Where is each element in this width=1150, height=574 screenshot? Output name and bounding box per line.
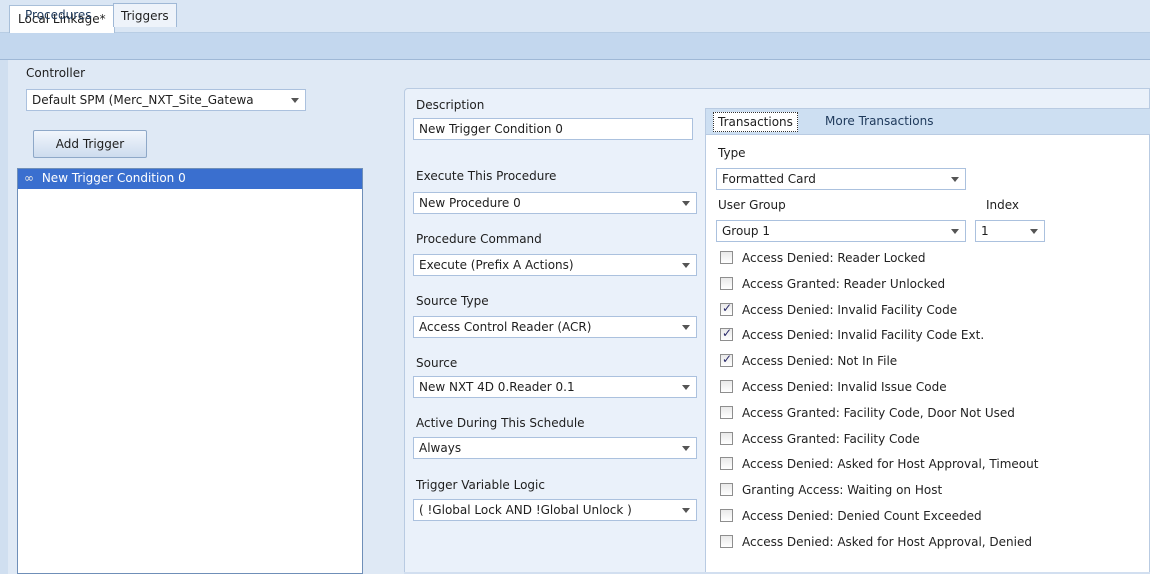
chevron-down-icon xyxy=(682,263,690,268)
checkbox[interactable] xyxy=(720,508,733,522)
source-type-select[interactable]: Access Control Reader (ACR) xyxy=(413,316,697,338)
checkbox[interactable] xyxy=(720,405,733,419)
tab-more-transactions-label: More Transactions xyxy=(825,114,934,128)
logic-label: Trigger Variable Logic xyxy=(416,478,545,492)
tab-more-transactions[interactable]: More Transactions xyxy=(821,112,937,132)
description-value: New Trigger Condition 0 xyxy=(419,122,563,136)
checkbox-label: Access Denied: Not In File xyxy=(742,354,898,369)
transaction-checkbox-row[interactable]: Access Denied: Reader Locked xyxy=(720,251,1140,277)
procedure-command-label: Procedure Command xyxy=(416,232,542,246)
type-value: Formatted Card xyxy=(722,172,816,186)
checkbox[interactable] xyxy=(720,534,733,548)
source-type-label: Source Type xyxy=(416,294,489,308)
description-field[interactable]: New Trigger Condition 0 xyxy=(413,118,693,140)
trigger-item-label: New Trigger Condition 0 xyxy=(41,171,186,185)
checkbox-label: Access Denied: Invalid Facility Code xyxy=(742,302,958,317)
controller-value: Default SPM (Merc_NXT_Site_Gatewa xyxy=(32,93,254,107)
source-type-value: Access Control Reader (ACR) xyxy=(419,320,592,334)
transaction-checkbox-row[interactable]: Access Denied: Invalid Facility Code xyxy=(720,301,1140,329)
checkbox-label: Access Denied: Asked for Host Approval, … xyxy=(742,457,1039,472)
checkbox-label: Access Denied: Denied Count Exceeded xyxy=(742,508,982,523)
procedure-command-value: Execute (Prefix A Actions) xyxy=(419,258,574,272)
checkbox-label: Access Denied: Reader Locked xyxy=(742,251,926,265)
checkbox-label: Access Denied: Invalid Facility Code Ext… xyxy=(742,328,985,343)
transaction-checkbox-row[interactable]: Access Denied: Not In File xyxy=(720,352,1140,380)
transaction-checkbox-row[interactable]: Access Denied: Denied Count Exceeded xyxy=(720,508,1140,535)
checkbox-label: Granting Access: Waiting on Host xyxy=(742,483,943,498)
logic-select[interactable]: ( !Global Lock AND !Global Unlock ) xyxy=(413,499,697,521)
trigger-list[interactable]: ∞ New Trigger Condition 0 xyxy=(17,168,363,574)
checkbox[interactable] xyxy=(720,352,733,368)
schedule-select[interactable]: Always xyxy=(413,437,697,459)
tab-triggers[interactable]: Triggers xyxy=(113,3,177,27)
chevron-down-icon xyxy=(682,508,690,513)
chevron-down-icon xyxy=(951,229,959,234)
checkbox-label: Access Granted: Facility Code, Door Not … xyxy=(742,405,1015,420)
controller-select[interactable]: Default SPM (Merc_NXT_Site_Gatewa xyxy=(26,89,306,111)
user-group-value: Group 1 xyxy=(722,224,770,238)
checkbox-label: Access Granted: Reader Unlocked xyxy=(742,276,946,291)
chevron-down-icon xyxy=(682,325,690,330)
source-value: New NXT 4D 0.Reader 0.1 xyxy=(419,380,575,394)
chevron-down-icon xyxy=(951,177,959,182)
tab-transactions-label: Transactions xyxy=(718,115,793,129)
transaction-checkbox-row[interactable]: Access Granted: Reader Unlocked xyxy=(720,276,1140,303)
transaction-checkbox-list: Access Denied: Reader Locked Access Grant… xyxy=(720,251,1140,561)
transaction-checkbox-row[interactable]: Granting Access: Waiting on Host xyxy=(720,483,1140,509)
checkbox[interactable] xyxy=(720,276,733,290)
checkbox[interactable] xyxy=(720,301,733,316)
transaction-checkbox-row[interactable]: Access Denied: Asked for Host Approval, … xyxy=(720,457,1140,483)
chevron-down-icon xyxy=(682,446,690,451)
index-select[interactable]: 1 xyxy=(975,220,1045,242)
execute-procedure-value: New Procedure 0 xyxy=(419,196,521,210)
transaction-checkbox-row[interactable]: Access Granted: Facility Code, Door Not … xyxy=(720,405,1140,432)
transaction-checkbox-row[interactable]: Access Denied: Invalid Facility Code Ext… xyxy=(720,326,1140,354)
transaction-checkbox-row[interactable]: Access Granted: Facility Code xyxy=(720,431,1140,458)
add-trigger-button[interactable]: Add Trigger xyxy=(33,130,147,158)
tab-transactions[interactable]: Transactions xyxy=(713,112,798,132)
link-icon: ∞ xyxy=(24,171,34,185)
checkbox[interactable] xyxy=(720,483,733,497)
chevron-down-icon xyxy=(1030,229,1038,234)
index-value: 1 xyxy=(981,224,989,238)
subtab-strip xyxy=(0,33,1150,60)
tab-triggers-label: Triggers xyxy=(121,9,169,23)
transaction-checkbox-row[interactable]: Access Denied: Asked for Host Approval, … xyxy=(720,534,1140,561)
source-label: Source xyxy=(416,356,458,370)
source-select[interactable]: New NXT 4D 0.Reader 0.1 xyxy=(413,376,697,398)
add-trigger-label: Add Trigger xyxy=(55,137,125,151)
checkbox-label: Access Granted: Facility Code xyxy=(742,431,920,446)
checkbox[interactable] xyxy=(720,379,733,393)
type-label: Type xyxy=(718,146,746,160)
user-group-select[interactable]: Group 1 xyxy=(716,220,966,242)
checkbox[interactable] xyxy=(720,431,733,445)
checkbox-label: Access Denied: Asked for Host Approval, … xyxy=(742,534,1032,549)
logic-value: ( !Global Lock AND !Global Unlock ) xyxy=(419,503,632,517)
checkbox[interactable] xyxy=(720,457,733,471)
chevron-down-icon xyxy=(291,98,299,103)
description-label: Description xyxy=(416,98,485,112)
checkbox[interactable] xyxy=(720,326,733,342)
tab-procedures-label: Procedures xyxy=(25,8,92,22)
schedule-value: Always xyxy=(419,441,462,455)
checkbox[interactable] xyxy=(720,251,733,264)
execute-procedure-select[interactable]: New Procedure 0 xyxy=(413,192,697,214)
transaction-checkbox-row[interactable]: Access Denied: Invalid Issue Code xyxy=(720,379,1140,406)
controller-label: Controller xyxy=(26,66,86,80)
chevron-down-icon xyxy=(682,201,690,206)
chevron-down-icon xyxy=(682,385,690,390)
checkbox-label: Access Denied: Invalid Issue Code xyxy=(742,379,947,394)
user-group-label: User Group xyxy=(718,198,786,212)
schedule-label: Active During This Schedule xyxy=(416,416,585,430)
execute-procedure-label: Execute This Procedure xyxy=(416,169,557,183)
list-item[interactable]: ∞ New Trigger Condition 0 xyxy=(18,169,362,189)
type-select[interactable]: Formatted Card xyxy=(716,168,966,190)
tab-procedures[interactable]: Procedures xyxy=(18,3,99,27)
procedure-command-select[interactable]: Execute (Prefix A Actions) xyxy=(413,254,697,276)
index-label: Index xyxy=(986,198,1020,212)
